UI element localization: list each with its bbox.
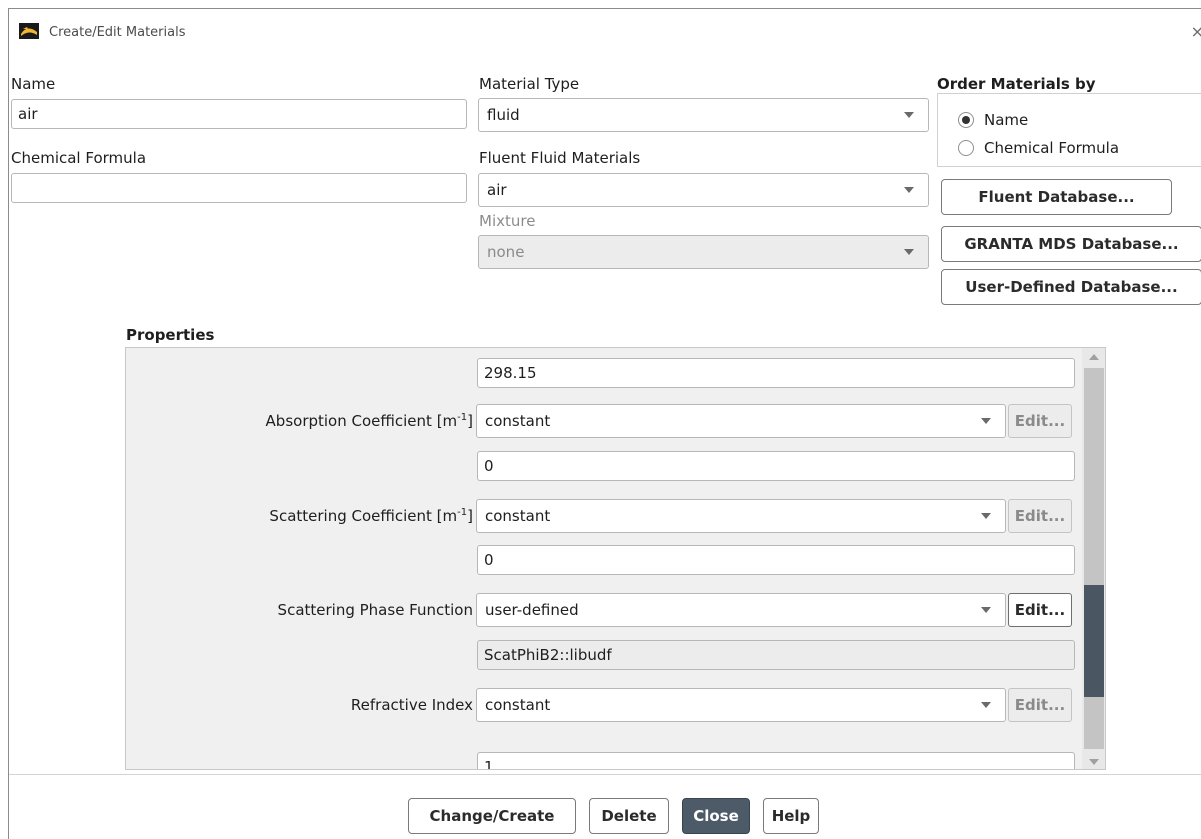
temperature-value-input[interactable]: 298.15 [477,358,1075,388]
phase-function-method-dropdown[interactable]: user-defined [476,593,1006,627]
properties-panel: 298.15 Absorption Coefficient [m-1] cons… [125,347,1106,770]
name-input[interactable]: air [11,99,467,129]
scattering-edit-button: Edit... [1008,499,1072,533]
material-type-label: Material Type [479,75,580,93]
radio-selected-icon [958,112,974,128]
order-materials-by-title: Order Materials by [937,75,1096,93]
scattering-coefficient-label: Scattering Coefficient [m-1] [269,507,473,525]
footer-divider [9,774,1201,775]
chevron-down-icon [981,513,991,519]
phase-function-udf-field: ScatPhiB2::libudf [477,640,1075,670]
absorption-value-input[interactable]: 0 [477,451,1075,481]
scrollbar-thumb[interactable] [1084,585,1104,697]
fluent-fluid-materials-value: air [487,181,507,199]
scattering-phase-function-label: Scattering Phase Function [277,601,473,619]
fluent-fluid-materials-label: Fluent Fluid Materials [479,149,641,167]
delete-button[interactable]: Delete [589,798,669,834]
phase-function-method-value: user-defined [485,601,579,619]
radio-unselected-icon [958,140,974,156]
chevron-down-icon [904,249,914,255]
name-label: Name [11,75,56,93]
title-bar: Create/Edit Materials × [9,9,1201,49]
absorption-edit-button: Edit... [1008,404,1072,438]
chevron-down-icon [981,607,991,613]
absorption-method-dropdown[interactable]: constant [476,404,1006,438]
close-button[interactable]: Close [682,798,750,834]
change-create-button[interactable]: Change/Create [408,798,576,834]
refractive-index-method-value: constant [485,696,551,714]
scattering-value-input[interactable]: 0 [477,545,1075,575]
properties-title: Properties [126,326,215,344]
refractive-index-edit-button: Edit... [1008,688,1072,722]
user-defined-database-button[interactable]: User-Defined Database... [941,269,1201,305]
refractive-index-method-dropdown[interactable]: constant [476,688,1006,722]
fluent-database-button[interactable]: Fluent Database... [941,179,1172,215]
material-type-value: fluid [487,106,520,124]
scroll-down-icon[interactable] [1082,753,1105,769]
chemical-formula-input[interactable] [11,173,467,203]
close-icon[interactable]: × [1191,22,1201,41]
mixture-label: Mixture [479,212,536,230]
scroll-up-icon[interactable] [1082,348,1105,366]
order-materials-by-group: Name Chemical Formula [937,93,1201,167]
chevron-down-icon [904,187,914,193]
mixture-value: none [487,243,525,261]
material-type-dropdown[interactable]: fluid [478,98,929,132]
phase-function-edit-button[interactable]: Edit... [1008,593,1072,627]
absorption-method-value: constant [485,412,551,430]
absorption-coefficient-label: Absorption Coefficient [m-1] [265,412,473,430]
mixture-dropdown: none [478,235,929,269]
fluent-fluid-materials-dropdown[interactable]: air [478,173,929,207]
create-edit-materials-dialog: Create/Edit Materials × Name air Chemica… [8,8,1201,839]
order-by-formula-label: Chemical Formula [984,139,1120,157]
properties-scrollbar[interactable] [1082,348,1105,769]
order-by-name-label: Name [984,111,1029,129]
chevron-down-icon [981,418,991,424]
fluent-app-icon [19,23,39,39]
refractive-index-label: Refractive Index [350,696,473,714]
chemical-formula-label: Chemical Formula [11,149,147,167]
chevron-down-icon [904,112,914,118]
chevron-down-icon [981,702,991,708]
refractive-index-value-input[interactable]: 1 [477,752,1075,769]
granta-mds-database-button[interactable]: GRANTA MDS Database... [941,226,1201,262]
scattering-method-value: constant [485,507,551,525]
scattering-method-dropdown[interactable]: constant [476,499,1006,533]
help-button[interactable]: Help [763,798,819,834]
window-title: Create/Edit Materials [49,25,186,40]
